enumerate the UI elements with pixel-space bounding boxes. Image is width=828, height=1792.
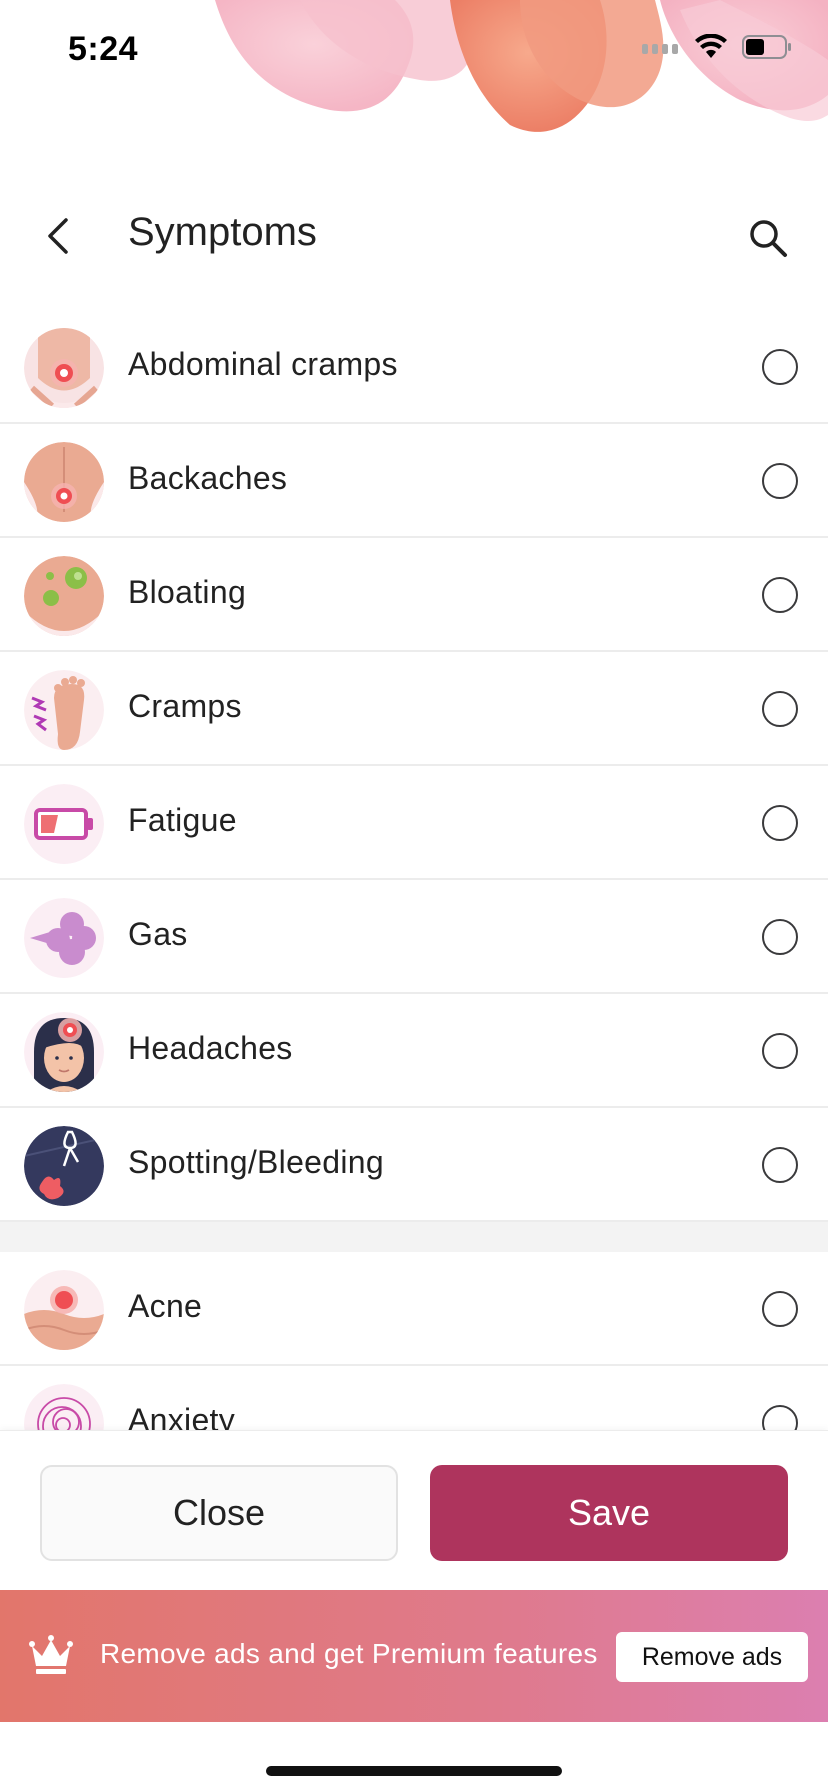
premium-ad-banner[interactable]: Remove ads and get Premium features Remo…: [0, 1590, 828, 1722]
symptom-row-spotting-bleeding[interactable]: Spotting/Bleeding: [0, 1108, 828, 1222]
symptom-row-cramps[interactable]: Cramps: [0, 652, 828, 766]
remove-ads-button[interactable]: Remove ads: [616, 1632, 808, 1682]
back-button[interactable]: [30, 208, 86, 264]
symptom-radio[interactable]: [762, 463, 798, 499]
acne-icon: [24, 1270, 104, 1350]
wifi-icon: [695, 34, 727, 58]
symptom-radio[interactable]: [762, 1405, 798, 1430]
symptom-row-backaches[interactable]: Backaches: [0, 424, 828, 538]
close-button[interactable]: Close: [40, 1465, 398, 1561]
page-title: Symptoms: [128, 210, 317, 254]
crown-icon: [29, 1635, 73, 1674]
status-bar: 5:24: [0, 0, 828, 100]
symptom-radio[interactable]: [762, 577, 798, 613]
bloating-icon: [24, 556, 104, 636]
gas-cloud-icon: [24, 898, 104, 978]
symptom-row-acne[interactable]: Acne: [0, 1252, 828, 1366]
ad-text: Remove ads and get Premium features: [100, 1638, 598, 1669]
symptom-label: Fatigue: [128, 802, 237, 838]
symptom-row-anxiety[interactable]: Anxiety: [0, 1366, 828, 1430]
chevron-left-icon: [48, 218, 68, 254]
symptom-row-bloating[interactable]: Bloating: [0, 538, 828, 652]
symptom-radio[interactable]: [762, 349, 798, 385]
navigation-bar: Symptoms: [0, 190, 828, 280]
symptom-label: Abdominal cramps: [128, 346, 398, 382]
abdomen-pain-icon: [24, 328, 104, 408]
home-indicator: [266, 1766, 562, 1776]
save-button[interactable]: Save: [430, 1465, 788, 1561]
back-pain-icon: [24, 442, 104, 522]
symptom-radio[interactable]: [762, 1147, 798, 1183]
anxiety-scribble-icon: [24, 1384, 104, 1430]
bottom-action-bar: Close Save: [0, 1430, 828, 1590]
symptom-label: Gas: [128, 916, 188, 952]
symptom-label: Bloating: [128, 574, 247, 610]
symptom-label: Cramps: [128, 688, 242, 724]
symptom-label: Spotting/Bleeding: [128, 1144, 384, 1180]
search-icon: [750, 220, 787, 257]
section-divider: [0, 1222, 828, 1252]
symptom-row-abdominal-cramps[interactable]: Abdominal cramps: [0, 310, 828, 424]
symptom-radio[interactable]: [762, 805, 798, 841]
spotting-icon: [24, 1126, 104, 1206]
symptom-label: Anxiety: [128, 1402, 236, 1430]
low-battery-icon: [24, 784, 104, 864]
symptom-row-gas[interactable]: Gas: [0, 880, 828, 994]
symptom-row-fatigue[interactable]: Fatigue: [0, 766, 828, 880]
symptom-radio[interactable]: [762, 1291, 798, 1327]
symptom-row-headaches[interactable]: Headaches: [0, 994, 828, 1108]
symptom-radio[interactable]: [762, 691, 798, 727]
symptom-label: Headaches: [128, 1030, 293, 1066]
symptom-radio[interactable]: [762, 919, 798, 955]
cellular-signal-icon: [642, 44, 678, 54]
search-button[interactable]: [738, 208, 798, 268]
symptom-label: Acne: [128, 1288, 203, 1324]
foot-cramp-icon: [24, 670, 104, 750]
symptom-list: Abdominal cramps Backaches Bloating Cram…: [0, 310, 828, 1430]
symptom-radio[interactable]: [762, 1033, 798, 1069]
battery-icon: [742, 35, 791, 59]
status-time: 5:24: [68, 30, 139, 68]
status-icons: [642, 34, 792, 60]
headache-icon: [24, 1012, 104, 1092]
symptom-label: Backaches: [128, 460, 288, 496]
